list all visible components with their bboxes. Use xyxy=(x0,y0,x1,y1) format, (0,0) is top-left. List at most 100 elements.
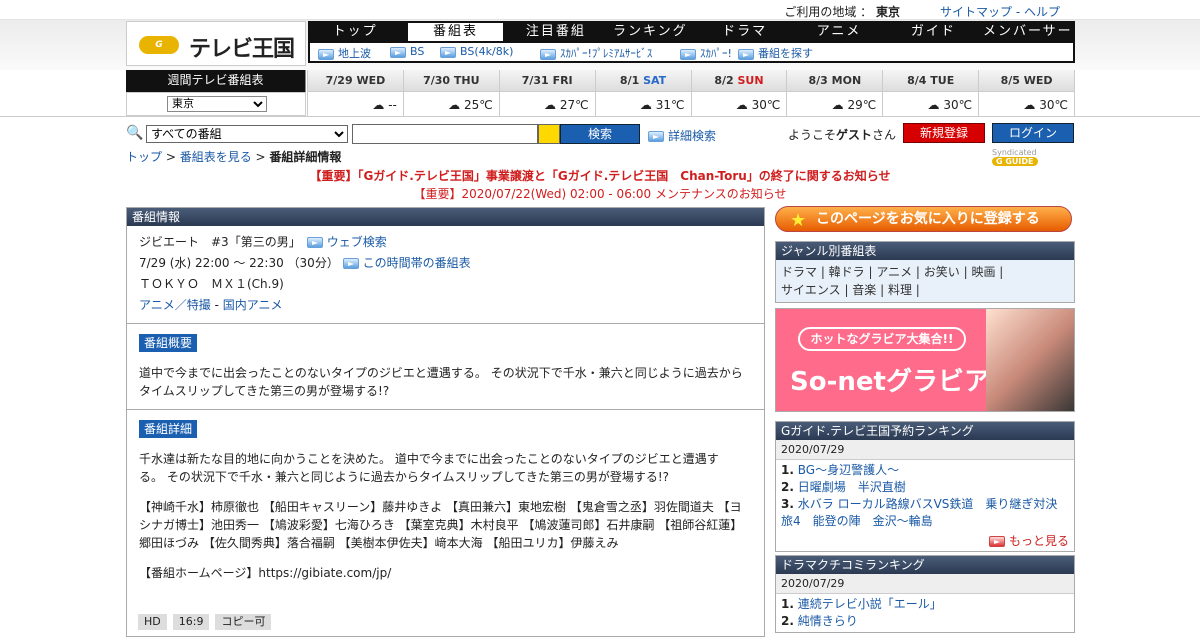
weather-icon: ☁ xyxy=(831,98,848,112)
subnav-skyperfect-premium[interactable]: ｽｶﾊﾟｰ!ﾌﾟﾚﾐｱﾑｻｰﾋﾞｽ xyxy=(540,45,652,61)
attr-hd: HD xyxy=(138,614,167,630)
weekly-schedule-title[interactable]: 週間テレビ番組表 xyxy=(126,70,306,92)
nav-ranking[interactable]: ランキング xyxy=(603,21,697,43)
day-date-value: 8/2 xyxy=(714,74,734,87)
day-weather: ☁ 29℃ xyxy=(787,92,883,116)
nav-schedule[interactable]: 番組表 xyxy=(408,23,503,41)
login-button[interactable]: ログイン xyxy=(992,123,1074,143)
important-notice-2[interactable]: 【重要】2020/07/22(Wed) 02:00 - 06:00 メンテナンス… xyxy=(0,185,1200,202)
weather-icon: ☁ xyxy=(927,98,944,112)
genre-link-anime[interactable]: アニメ／特撮 xyxy=(139,298,211,312)
web-search-label: ウェブ検索 xyxy=(326,235,387,249)
program-attributes: HD 16:9 コピー可 xyxy=(138,614,277,630)
nav-top[interactable]: トップ xyxy=(308,21,402,43)
web-search-link[interactable]: ウェブ検索 xyxy=(306,235,387,249)
day-date: 8/1 SAT xyxy=(595,70,691,92)
ranking-item[interactable]: 2. 日曜劇場 半沢直樹 xyxy=(781,479,1069,496)
weather-day[interactable]: 8/5 WED ☁ 30℃ xyxy=(978,70,1074,116)
subnav-find-program[interactable]: 番組を探す xyxy=(738,45,813,61)
nav-anime[interactable]: アニメ xyxy=(792,21,886,43)
reservation-ranking-date: 2020/07/29 xyxy=(776,440,1074,460)
welcome-guest: ゲスト xyxy=(836,128,873,142)
day-date: 8/5 WED xyxy=(979,70,1074,92)
ad-title: So-netグラビア xyxy=(790,367,990,397)
region-display: ご利用の地域 ： 東京 xyxy=(784,3,900,20)
nav-drama[interactable]: ドラマ xyxy=(698,21,792,43)
search-scope-select[interactable]: すべての番組 xyxy=(146,125,348,143)
nav-guide[interactable]: ガイド xyxy=(886,21,980,43)
syndicated-logo: Syndicated G GUIDE xyxy=(992,148,1076,166)
weather-day[interactable]: 8/2 SUN ☁ 30℃ xyxy=(690,70,787,116)
logo-text: テレビ王国 xyxy=(189,37,295,62)
weather-day[interactable]: 7/29 WED ☁ -- xyxy=(307,70,403,116)
reservation-ranking-header: Gガイド.テレビ王国予約ランキング xyxy=(776,422,1074,440)
weather-day[interactable]: 8/1 SAT ☁ 31℃ xyxy=(594,70,691,116)
detail-tag: 番組詳細 xyxy=(139,420,198,438)
crumb-top[interactable]: トップ xyxy=(126,150,162,164)
arrow-icon xyxy=(540,48,556,60)
drama-review-ranking-box: ドラマクチコミランキング 2020/07/29 1. 連続テレビ小説「エール」 … xyxy=(775,555,1075,633)
header-separator xyxy=(0,116,1200,117)
subnav-skyperfect-premium-label: ｽｶﾊﾟｰ!ﾌﾟﾚﾐｱﾑｻｰﾋﾞｽ xyxy=(560,47,653,60)
day-date: 8/4 TUE xyxy=(883,70,979,92)
weather-day[interactable]: 7/30 THU ☁ 25℃ xyxy=(402,70,499,116)
crumb-schedule[interactable]: 番組表を見る xyxy=(180,150,252,164)
nav-member[interactable]: メンバーサービス xyxy=(981,21,1075,61)
day-temperature: -- xyxy=(388,98,397,112)
summary-tag: 番組概要 xyxy=(139,334,198,352)
weather-day[interactable]: 8/4 TUE ☁ 30℃ xyxy=(882,70,979,116)
program-detail-section: 番組詳細 千水達は新たな目的地に向かうことを決めた。 道中で今までに出会ったこと… xyxy=(127,410,764,592)
weather-day[interactable]: 7/31 FRI ☁ 27℃ xyxy=(498,70,595,116)
arrow-icon xyxy=(390,46,406,58)
register-button[interactable]: 新規登録 xyxy=(903,123,985,143)
day-temperature: 31℃ xyxy=(655,98,685,112)
ranking-item[interactable]: 3. 水バラ ローカル路線バスVS鉄道 乗り継ぎ対決旅4 能登の陣 金沢〜輪島 xyxy=(781,496,1069,530)
ranking-item[interactable]: 1. BG～身辺警護人～ xyxy=(781,462,1069,479)
ranking-item[interactable]: 2. 純情きらり xyxy=(781,613,1069,630)
gravure-ad-banner[interactable]: ホットなグラビア大集合!! So-netグラビア xyxy=(775,308,1075,412)
weather-icon: ☁ xyxy=(735,98,752,112)
subnav-bs[interactable]: BS xyxy=(390,45,424,58)
star-icon: ★ xyxy=(790,210,807,231)
add-favorite-button[interactable]: ★ このページをお気に入りに登録する xyxy=(775,206,1072,232)
timeslot-link[interactable]: この時間帯の番組表 xyxy=(342,256,471,270)
ranking-item-label: 日曜劇場 半沢直樹 xyxy=(797,480,906,494)
gguide-badge: G GUIDE xyxy=(139,36,179,68)
subnav-terrestrial[interactable]: 地上波 xyxy=(318,45,371,61)
weather-icon: ☁ xyxy=(639,98,656,112)
day-weather: ☁ 30℃ xyxy=(979,92,1074,116)
program-title: ジビエート #3「第三の男」 xyxy=(139,235,295,249)
attr-copy: コピー可 xyxy=(215,614,272,630)
site-logo[interactable]: G GUIDE テレビ王国 xyxy=(126,21,306,68)
search-input[interactable] xyxy=(352,124,538,144)
program-info-panel: 番組情報 ジビエート #3「第三の男」 ウェブ検索 7/29 (水) 22:00… xyxy=(126,207,765,637)
genre-separator: - xyxy=(210,298,223,312)
arrow-icon xyxy=(440,46,456,58)
search-button[interactable]: 検索 xyxy=(560,124,640,144)
area-select[interactable]: 東京 xyxy=(167,96,267,112)
weather-days: 7/29 WED ☁ -- 7/30 THU ☁ 25℃ 7/31 FRI ☁ 27℃ 8/… xyxy=(307,70,1075,116)
ranking-item-label: 水バラ ローカル路線バスVS鉄道 乗り継ぎ対決旅4 能登の陣 金沢〜輪島 xyxy=(781,497,1058,528)
genre-link-domestic[interactable]: 国内アニメ xyxy=(223,298,283,312)
important-notice-1[interactable]: 【重要】「Gガイド.テレビ王国」事業譲渡と「Gガイド.テレビ王国 Chan-To… xyxy=(0,167,1200,184)
more-link[interactable]: もっと見る xyxy=(776,532,1074,551)
subnav-find-program-label: 番組を探す xyxy=(758,47,813,60)
genre-box: ジャンル別番組表 ドラマ | 韓ドラ | アニメ | お笑い | 映画 | サイエ… xyxy=(775,241,1075,303)
subnav-skyperfect[interactable]: ｽｶﾊﾟｰ! xyxy=(680,45,732,61)
nav-featured[interactable]: 注目番組 xyxy=(509,21,603,43)
advanced-search-link[interactable]: 詳細検索 xyxy=(648,127,716,144)
day-weather: ☁ 30℃ xyxy=(691,92,787,116)
subnav-terrestrial-label: 地上波 xyxy=(338,47,371,60)
sitemap-link[interactable]: サイトマップ xyxy=(940,5,1012,19)
gguide-search-icon[interactable] xyxy=(538,124,560,144)
day-temperature: 30℃ xyxy=(1039,98,1068,112)
day-date: 7/31 FRI xyxy=(499,70,595,92)
weather-day[interactable]: 8/3 MON ☁ 29℃ xyxy=(786,70,883,116)
arrow-icon xyxy=(738,48,754,60)
ranking-item[interactable]: 1. 連続テレビ小説「エール」 xyxy=(781,596,1069,613)
subnav-bs4k[interactable]: BS(4k/8k) xyxy=(440,45,513,58)
genre-links[interactable]: ドラマ | 韓ドラ | アニメ | お笑い | 映画 | サイエンス | 音楽 |… xyxy=(776,260,1074,302)
help-link[interactable]: ヘルプ xyxy=(1024,5,1060,19)
top-links: サイトマップ - ヘルプ xyxy=(940,3,1060,20)
program-summary-section: 番組概要 道中で今までに出会ったことのないタイプのジビエと遭遇する。 その状況下… xyxy=(127,324,764,410)
